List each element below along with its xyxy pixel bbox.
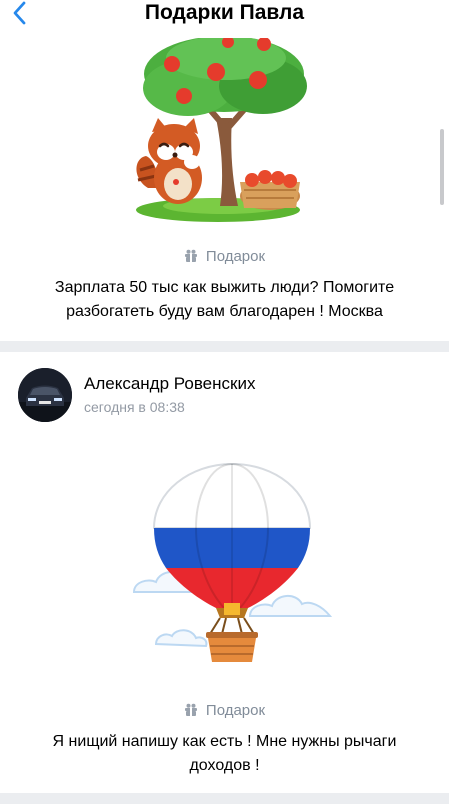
gift-icon (184, 703, 197, 717)
post-time: сегодня в 08:38 (84, 399, 185, 415)
scrollbar[interactable] (440, 129, 444, 205)
avatar-car-image (18, 368, 72, 422)
gift-sticker-hot-air-balloon[interactable] (130, 462, 335, 672)
gift-label: Подарок (0, 700, 449, 720)
gift-message: Я нищий напишу как есть ! Мне нужны рыча… (52, 733, 397, 774)
avatar[interactable] (18, 368, 72, 422)
gift-label-text: Подарок (205, 247, 266, 265)
gift-label: Подарок (0, 246, 449, 266)
gift-icon (184, 249, 197, 263)
gift-sticker-red-panda[interactable] (128, 38, 318, 224)
gift-author: Александр Ровенских сегодня в 08:38 (0, 364, 449, 428)
top-bar: Подарки Павла (0, 0, 449, 34)
gift-label-text: Подарок (205, 701, 266, 719)
author-name[interactable]: Александр Ровенских (84, 374, 255, 394)
separator (0, 341, 449, 352)
gift-message: Зарплата 50 тыс как выжить люди? Помогит… (54, 279, 395, 320)
separator (0, 793, 449, 804)
page-title: Подарки Павла (144, 1, 305, 24)
